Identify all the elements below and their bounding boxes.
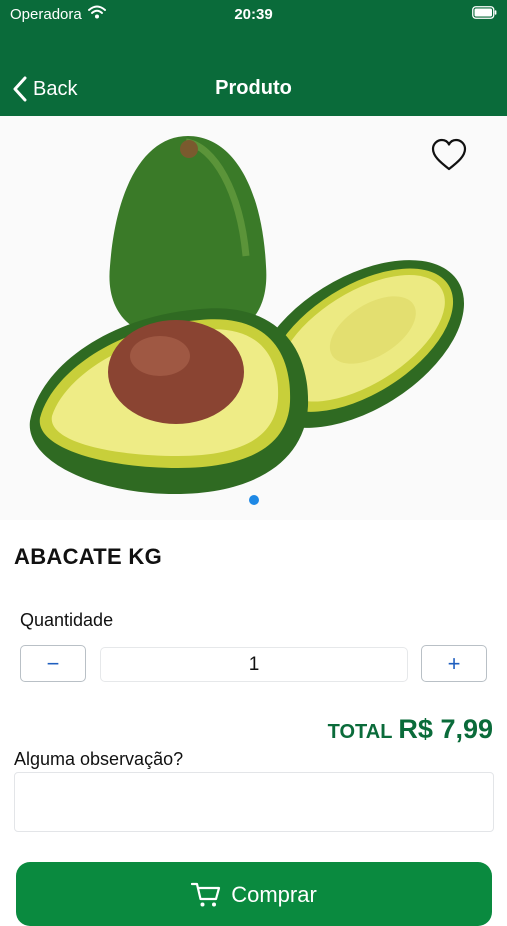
total-price: TOTAL R$ 7,99 [328, 714, 493, 745]
quantity-label: Quantidade [20, 610, 114, 630]
total-value: R$ 7,99 [398, 714, 493, 744]
quantity-field[interactable]: 1 [100, 647, 408, 682]
page-title: Produto [215, 77, 292, 99]
app-header: Operadora 20:39 Back Produto [0, 0, 507, 116]
total-label: TOTAL [327, 721, 393, 743]
observation-field[interactable] [14, 772, 494, 832]
buy-label: Comprar [231, 882, 317, 907]
status-bar: Operadora 20:39 [0, 0, 507, 30]
status-time: 20:39 [234, 6, 273, 23]
cart-icon [191, 882, 221, 907]
buy-button[interactable]: Comprar [16, 862, 492, 926]
heart-outline-icon[interactable] [430, 138, 468, 172]
carousel-page-indicator[interactable] [249, 495, 259, 505]
decrease-quantity-button[interactable]: − [20, 645, 86, 682]
observation-label: Alguma observação? [14, 749, 184, 769]
product-name: ABACATE KG [14, 544, 163, 569]
product-image[interactable] [0, 116, 507, 520]
battery-icon [472, 6, 497, 19]
increase-quantity-button[interactable]: + [421, 645, 487, 682]
